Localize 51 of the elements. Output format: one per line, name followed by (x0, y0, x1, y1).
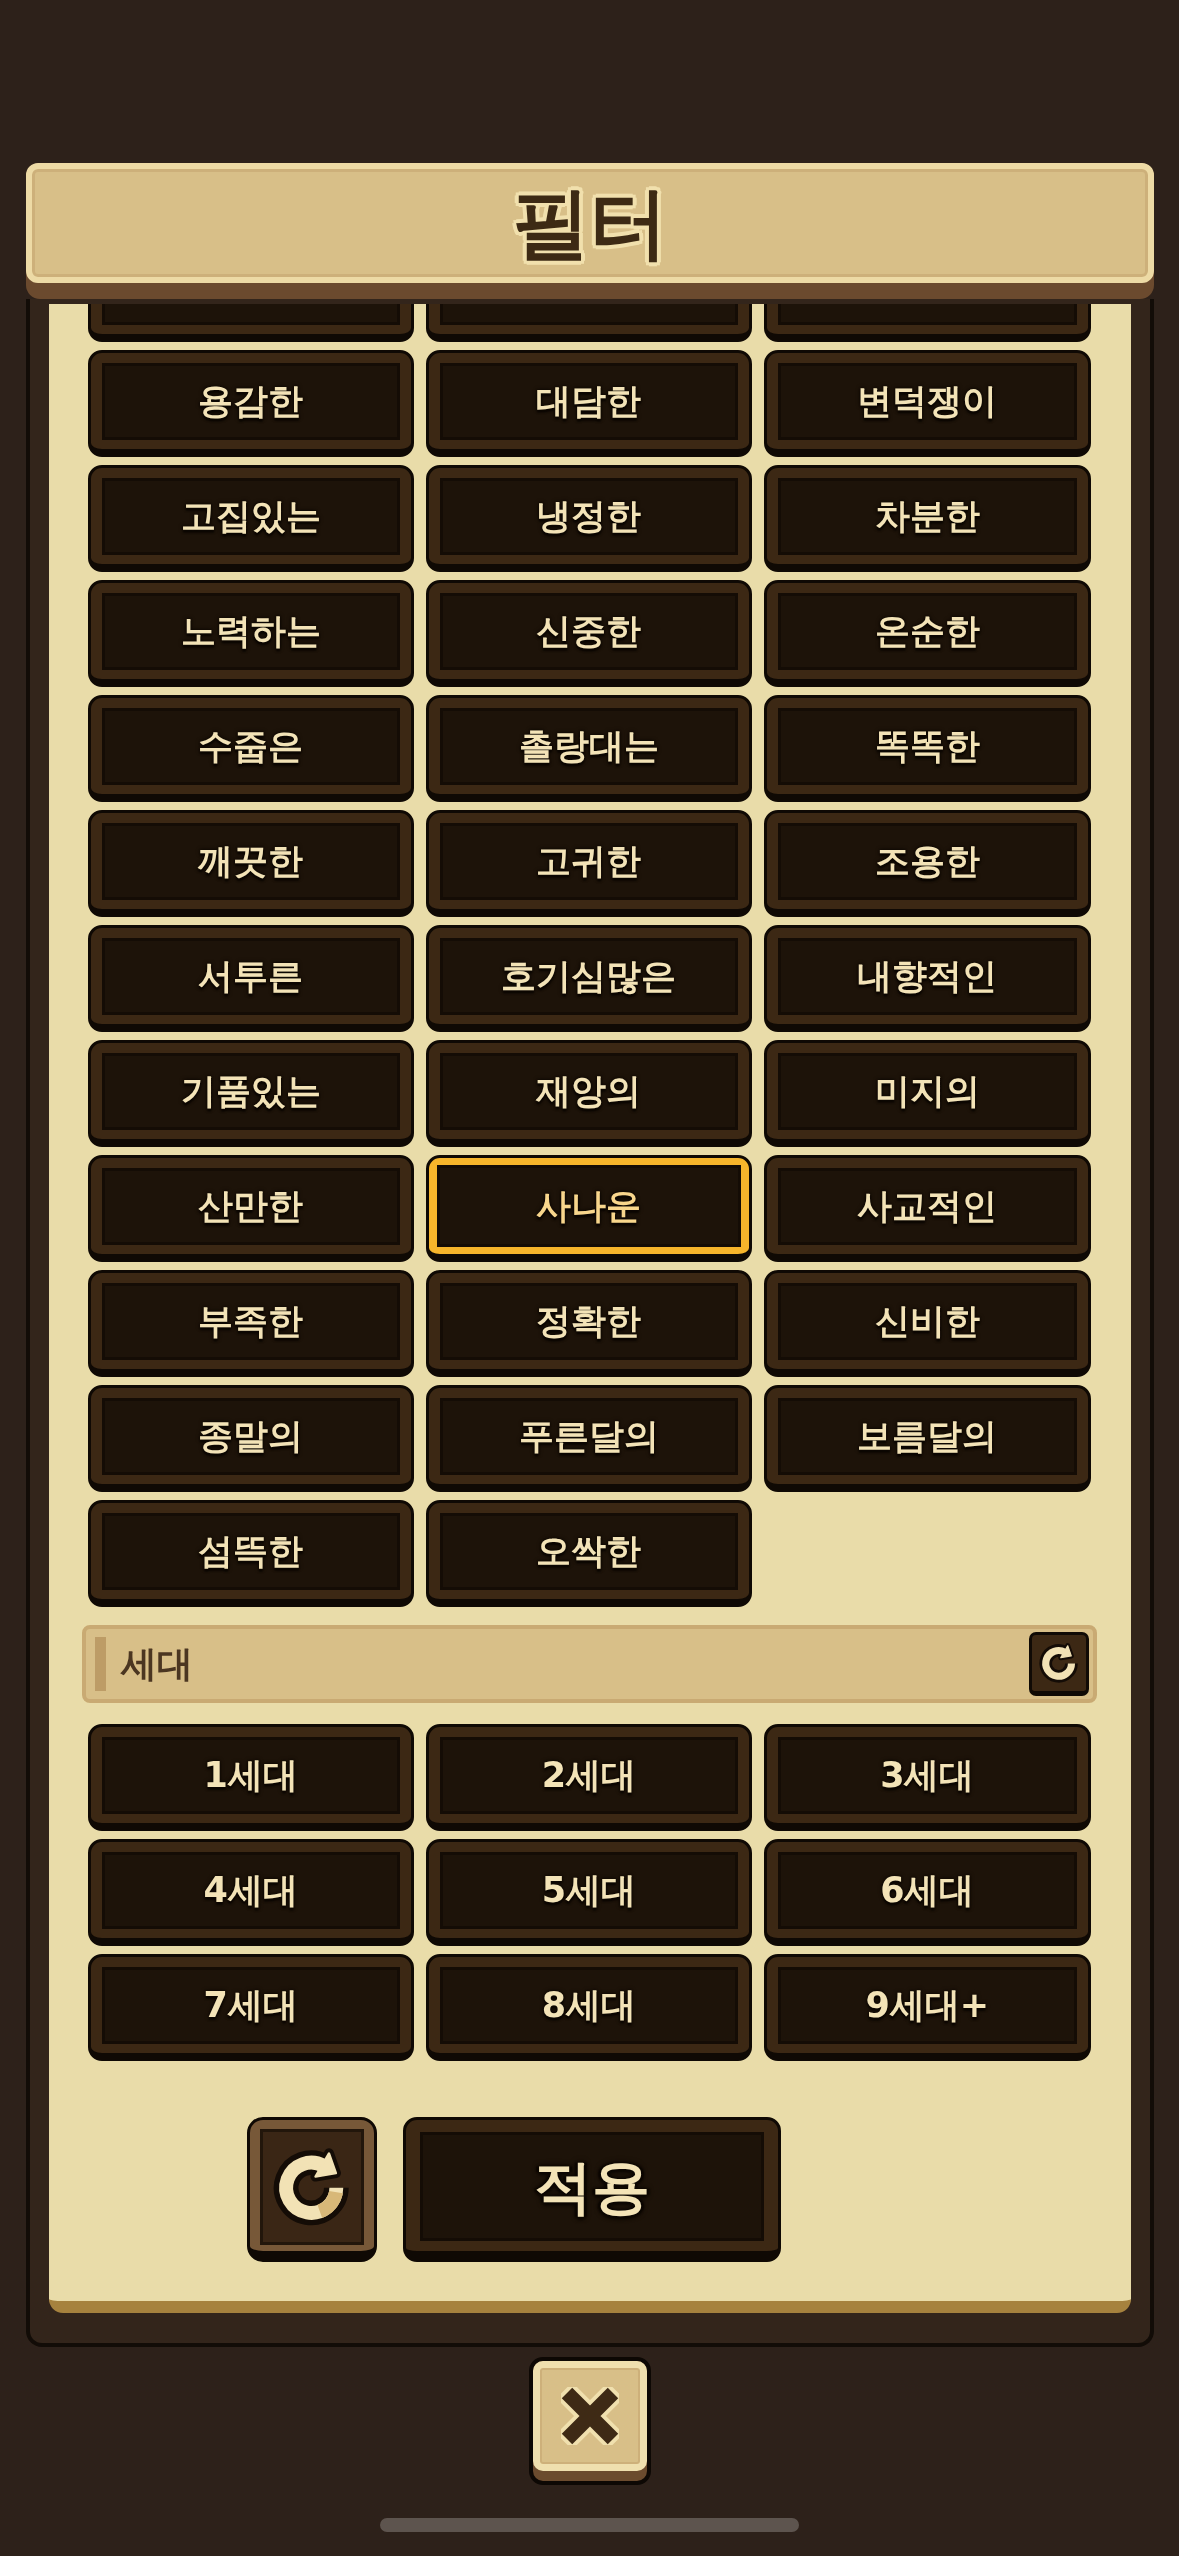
trait-option-button[interactable]: 정확한 (425, 1270, 753, 1377)
generation-option-button[interactable]: 9세대+ (764, 1954, 1091, 2061)
generation-option-button[interactable]: 1세대 (87, 1724, 414, 1831)
generation-option-button[interactable]: 3세대 (764, 1724, 1091, 1831)
generation-option-button[interactable]: 5세대 (425, 1839, 753, 1946)
trait-option-button[interactable]: 냉정한 (425, 465, 753, 572)
trait-option-button[interactable]: 신비한 (764, 1270, 1091, 1377)
trait-option-button[interactable]: 신중한 (425, 580, 753, 687)
trait-option-button[interactable]: 사나운 (425, 1155, 753, 1262)
trait-option-button[interactable]: 차분한 (764, 465, 1091, 572)
trait-option-button[interactable]: 수줍은 (87, 695, 414, 802)
trait-option-button[interactable]: 서투른 (87, 925, 414, 1032)
trait-option-button[interactable]: 촐랑대는 (425, 695, 753, 802)
trait-option-button[interactable]: 대담한 (425, 350, 753, 457)
trait-option-button[interactable]: 오싹한 (425, 1500, 753, 1607)
trait-option-button[interactable]: 푸른달의 (425, 1385, 753, 1492)
trait-option-button[interactable]: 고귀한 (425, 810, 753, 917)
trait-option-button[interactable]: 내향적인 (764, 925, 1091, 1032)
section-reset-button[interactable] (1028, 1632, 1089, 1696)
generation-option-button[interactable]: 2세대 (425, 1724, 753, 1831)
trait-option-button[interactable]: 재앙의 (425, 1040, 753, 1147)
generation-option-button[interactable]: 7세대 (87, 1954, 414, 2061)
trait-option-button[interactable]: 보름달의 (764, 1385, 1091, 1492)
trait-option-button[interactable]: 깨끗한 (87, 810, 414, 917)
trait-option-button[interactable]: 온순한 (764, 580, 1091, 687)
close-icon (560, 2387, 619, 2445)
trait-option-button[interactable]: 변덕쟁이 (764, 350, 1091, 457)
trait-option-button[interactable]: 조용한 (764, 810, 1091, 917)
trait-option-button[interactable]: 부족한 (87, 1270, 414, 1377)
trait-option-button[interactable]: 호기심많은 (425, 925, 753, 1032)
trait-option-button[interactable]: 종말의 (87, 1385, 414, 1492)
trait-option-button[interactable]: 섬뜩한 (87, 1500, 414, 1607)
generation-option-button[interactable]: 8세대 (425, 1954, 753, 2061)
refresh-icon (272, 2148, 351, 2226)
panel-title: 필터 (511, 184, 668, 262)
apply-button[interactable]: 적용 (402, 2117, 781, 2262)
generation-option-button[interactable]: 6세대 (764, 1839, 1091, 1946)
accent-bar (94, 1637, 106, 1691)
refresh-icon (1038, 1643, 1079, 1683)
trait-option-button[interactable]: 미지의 (764, 1040, 1091, 1147)
trait-option-button[interactable]: 똑똑한 (764, 695, 1091, 802)
reset-button[interactable] (246, 2117, 377, 2262)
generation-option-button[interactable]: 4세대 (87, 1839, 414, 1946)
trait-option-button[interactable]: 노력하는 (87, 580, 414, 687)
trait-option-button[interactable]: 산만한 (87, 1155, 414, 1262)
section-title: 세대 (120, 1646, 194, 1682)
trait-option-button[interactable]: 용감한 (87, 350, 414, 457)
trait-option-button[interactable]: 고집있는 (87, 465, 414, 572)
trait-option-button[interactable]: 기품있는 (87, 1040, 414, 1147)
trait-option-button[interactable]: 사교적인 (764, 1155, 1091, 1262)
close-button[interactable] (528, 2357, 651, 2485)
